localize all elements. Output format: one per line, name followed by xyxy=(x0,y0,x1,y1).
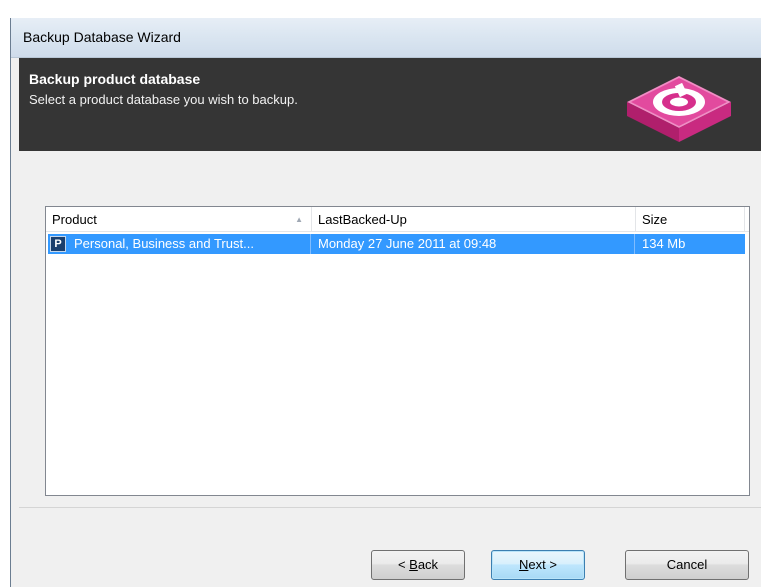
title-bar[interactable]: Backup Database Wizard xyxy=(11,18,761,58)
wizard-content: Product ▲ LastBacked-Up Size P Personal,… xyxy=(19,151,761,507)
column-header-label: Product xyxy=(52,212,97,227)
column-header-size[interactable]: Size xyxy=(636,207,745,232)
cell-product: Personal, Business and Trust... xyxy=(74,236,254,251)
back-button-label: ack xyxy=(417,557,439,572)
product-list[interactable]: Product ▲ LastBacked-Up Size P Personal,… xyxy=(45,206,750,496)
back-button-prefix: < xyxy=(397,557,410,572)
table-row[interactable]: P Personal, Business and Trust... Monday… xyxy=(48,234,745,254)
product-p-icon: P xyxy=(50,236,66,252)
wizard-header: Backup product database Select a product… xyxy=(19,58,761,151)
cell-divider xyxy=(634,234,635,254)
backup-wizard-window: Backup Database Wizard Backup product da… xyxy=(10,18,761,587)
column-header-last-backed-up[interactable]: LastBacked-Up xyxy=(312,207,636,232)
sort-ascending-icon: ▲ xyxy=(295,215,303,224)
next-button[interactable]: Next > xyxy=(491,550,585,580)
back-button-mnemonic: B xyxy=(409,557,418,572)
wizard-footer: < Back Next > Cancel xyxy=(19,507,761,587)
next-button-label: ext > xyxy=(528,557,557,572)
column-header-label: Size xyxy=(642,212,668,227)
database-logo-icon xyxy=(627,76,731,142)
cell-last-backed-up: Monday 27 June 2011 at 09:48 xyxy=(318,236,497,251)
next-button-mnemonic: N xyxy=(519,557,529,572)
column-header-product[interactable]: Product ▲ xyxy=(46,207,312,232)
cell-size: 134 Mb xyxy=(642,236,686,251)
back-button[interactable]: < Back xyxy=(371,550,465,580)
list-header: Product ▲ LastBacked-Up Size xyxy=(46,207,749,232)
cancel-button[interactable]: Cancel xyxy=(625,550,749,580)
header-title: Backup product database xyxy=(29,71,201,87)
header-subtitle: Select a product database you wish to ba… xyxy=(29,92,298,107)
window-title: Backup Database Wizard xyxy=(23,29,181,45)
column-header-label: LastBacked-Up xyxy=(318,212,407,227)
cell-divider xyxy=(310,234,311,254)
